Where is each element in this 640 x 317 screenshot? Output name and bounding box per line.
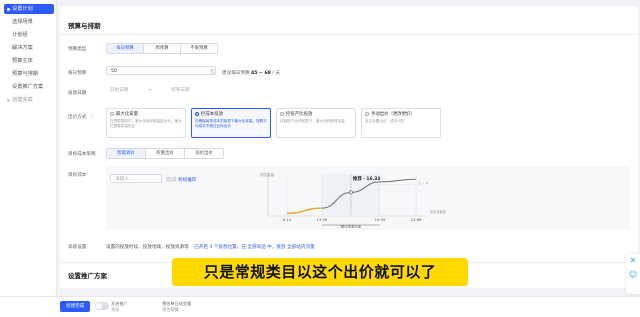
sidebar-item-label: 计划组 bbox=[12, 32, 28, 38]
assistant-float-icon[interactable]: ✕ ☺ bbox=[626, 254, 640, 294]
sidebar-item-label: 预算与排期 bbox=[12, 71, 38, 77]
sidebar-item-complete[interactable]: 创建完成 bbox=[4, 95, 54, 105]
divider bbox=[60, 34, 638, 35]
sidebar-item-plan[interactable]: 设置计划 bbox=[4, 4, 54, 14]
budget-type-label: 预算类型 bbox=[68, 47, 87, 52]
sidebar-item-label: 设置计划 bbox=[12, 6, 33, 12]
advanced-summary[interactable]: 已开启 4 个投放位置，在 全部商品 中，投放 全部站内流量 bbox=[194, 245, 314, 250]
help-icon[interactable]: ⓘ bbox=[90, 114, 95, 120]
sidebar-item-scheme[interactable]: 设置推广方案 bbox=[4, 82, 54, 92]
daily-budget-label: 每日预算 bbox=[68, 71, 87, 76]
budget-type-weekly[interactable]: 周预算 bbox=[144, 44, 181, 53]
status-dot-icon bbox=[7, 7, 10, 11]
bid-method-label: 出价方式 bbox=[68, 115, 87, 120]
cost-label: 目标成本 bbox=[68, 173, 87, 178]
advanced-label: 高级设置 bbox=[68, 245, 87, 250]
radio-icon bbox=[110, 111, 114, 116]
cost-curve-low-segment bbox=[287, 207, 322, 215]
sidebar-item-label: 预算主体 bbox=[12, 58, 33, 64]
sidebar-item-solution[interactable]: 解决方案 bbox=[4, 43, 54, 53]
advanced-desc: 设置的投放时段、投放地域、投放资源等 bbox=[106, 245, 189, 250]
target-cost-label: 目标成本策略 bbox=[68, 152, 96, 157]
card-desc: 在确保每笔成本的前提下最大化拿量。按照平均成本不超过目标出价 bbox=[195, 119, 267, 128]
status-dot-icon bbox=[7, 98, 10, 102]
card-title: 控成本投放 bbox=[201, 112, 223, 117]
create-complete-button[interactable]: 创建完成 bbox=[60, 301, 90, 312]
bid-card-cost[interactable]: 控成本投放 在确保每笔成本的前提下最大化拿量。按照平均成本不超过目标出价 bbox=[191, 108, 271, 138]
sidebar-item-scene[interactable]: 选择场景 bbox=[4, 17, 54, 27]
target-cost-segment: 智能调价 权重出价 溢价出价 bbox=[106, 148, 224, 159]
suggestion-prefix: 建议每日预算 bbox=[222, 71, 250, 76]
cost-curve-chart: 预估量级 9.14 13.06 19.59 23.66 推荐 · 16.33 1 ~ 4 建… bbox=[260, 172, 446, 228]
budget-suggestion: 建议每日预算 45 ~ 68 / 天 bbox=[222, 70, 280, 76]
promo-toggle[interactable] bbox=[95, 302, 109, 310]
sidebar-item-label: 选择场景 bbox=[12, 19, 33, 25]
video-caption: 只是常规类目以这个出价就可以了 bbox=[172, 258, 468, 286]
suggestion-value: 45 ~ 68 bbox=[251, 71, 271, 76]
highlight-label: 推荐 · 16.33 bbox=[353, 175, 380, 182]
cost-suffix: 元/次 bbox=[166, 178, 177, 183]
cost-hint: 系统推荐 bbox=[178, 178, 197, 183]
sidebar-item-subject[interactable]: 预算主体 bbox=[4, 56, 54, 66]
y-axis-label: 预估量级 bbox=[260, 172, 275, 177]
x-tick-label: 9.14 bbox=[283, 217, 292, 222]
card-title: 控投产比投放 bbox=[286, 112, 313, 117]
target-cost-smart[interactable]: 智能调价 bbox=[107, 149, 146, 158]
card-desc: 自主设置出价，成本可控 bbox=[365, 119, 405, 123]
suggestion-unit: / 天 bbox=[272, 71, 280, 76]
budget-type-segment: 每日预算 周预算 不限预算 bbox=[106, 43, 218, 54]
advanced-text: 设置的投放时段、投放地域、投放资源等 已开启 4 个投放位置，在 全部商品 中，… bbox=[106, 244, 315, 250]
target-cost-premium[interactable]: 溢价出价 bbox=[185, 149, 223, 158]
sidebar-item-group[interactable]: 计划组 bbox=[4, 30, 54, 40]
footer-bar: 创建完成 开启推广 关闭 预估单日成交量 预估预算 bbox=[0, 296, 640, 317]
cost-input-placeholder: 请输入 bbox=[115, 177, 129, 182]
sidebar: 设置计划 选择场景 计划组 解决方案 预算主体 预算与排期 设置推广方案 创建完… bbox=[0, 0, 57, 296]
cost-input[interactable]: 请输入 bbox=[110, 174, 162, 183]
bid-card-roi[interactable]: 控投产比投放 控制投产比的前提下，最大化获取转化量 bbox=[276, 108, 356, 138]
x-annotation: 建议成本区间 bbox=[341, 224, 362, 228]
budget-type-daily[interactable]: 每日预算 bbox=[107, 44, 144, 53]
bid-card-manual[interactable]: 手动出价（更改更好） 自主设置出价，成本可控 bbox=[361, 108, 441, 138]
y-note: 1 ~ 4 bbox=[418, 182, 429, 186]
sidebar-item-label: 创建完成 bbox=[12, 97, 33, 103]
start-date: 开始日期 bbox=[110, 88, 129, 93]
x-tick-label: 13.06 bbox=[316, 217, 327, 222]
radio-icon bbox=[280, 111, 284, 116]
card-desc: 在预算限制内，最大化地拿取量能出价，最大化提高拿量机会 bbox=[110, 119, 182, 128]
toggle-sub: 关闭 bbox=[111, 307, 120, 312]
sidebar-item-label: 设置推广方案 bbox=[12, 84, 44, 90]
footer-meta-2: 预估预算 bbox=[162, 307, 179, 312]
section-title-scheme: 设置推广方案 bbox=[68, 272, 107, 280]
schedule-range[interactable]: 开始日期 → 结束日期 bbox=[106, 86, 234, 95]
bid-card-max[interactable]: 最大化拿量 在预算限制内，最大化地拿取量能出价，最大化提高拿量机会 bbox=[106, 108, 186, 138]
target-cost-weight[interactable]: 权重出价 bbox=[146, 149, 185, 158]
section-title-budget: 预算与排期 bbox=[68, 22, 101, 30]
card-title: 手动出价（更改更好） bbox=[371, 112, 415, 117]
cost-chart-box: 请输入 元/次 系统推荐 预估量级 9.14 13.06 19.59 23.66 推荐 … bbox=[106, 166, 630, 230]
radio-icon bbox=[365, 111, 369, 116]
daily-budget-value: 50 bbox=[111, 69, 117, 74]
x-tick-label: 19.59 bbox=[374, 217, 385, 222]
radio-selected-icon bbox=[195, 111, 199, 116]
card-title: 最大化拿量 bbox=[116, 112, 138, 117]
schedule-label: 投放日期 bbox=[68, 91, 87, 96]
sidebar-item-label: 解决方案 bbox=[12, 45, 33, 51]
card-desc: 控制投产比的前提下，最大化获取转化量 bbox=[280, 119, 345, 123]
daily-budget-input[interactable]: 50 bbox=[106, 66, 216, 75]
x-tick-label: 23.66 bbox=[411, 217, 422, 222]
budget-type-unlimited[interactable]: 不限预算 bbox=[181, 44, 217, 53]
right-annotation: 成本设置参考 bbox=[430, 209, 446, 214]
end-date: 结束日期 bbox=[171, 88, 190, 93]
daily-budget-unit: 元 bbox=[210, 70, 215, 75]
highlight-point bbox=[349, 190, 353, 195]
sidebar-item-budget[interactable]: 预算与排期 bbox=[4, 69, 54, 79]
